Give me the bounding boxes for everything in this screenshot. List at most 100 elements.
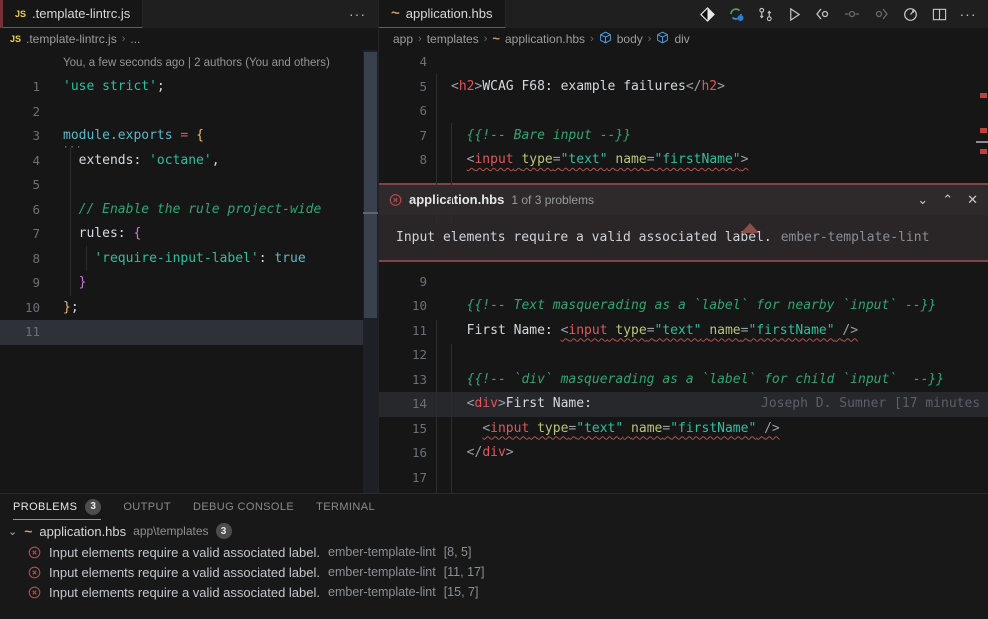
tab-terminal[interactable]: TERMINAL [316, 494, 375, 520]
breadcrumb-symbol[interactable]: ... [130, 32, 140, 46]
editor-application-hbs[interactable]: 45<h2>WCAG F68: example failures</h2>67 … [379, 50, 988, 493]
code-line[interactable]: 12 [379, 343, 988, 368]
split-editor-icon[interactable] [929, 4, 949, 24]
code-line[interactable]: 8 <input type="text" name="firstName"> [379, 148, 988, 173]
code-line[interactable]: 13 {{!-- `div` masquerading as a `label`… [379, 368, 988, 393]
peek-message-row[interactable]: Input elements require a valid associate… [379, 215, 988, 260]
code-line[interactable]: 11 First Name: <input type="text" name="… [379, 319, 988, 344]
code-text: } [40, 271, 86, 296]
code-line[interactable]: 10}; [0, 296, 363, 321]
file-name: application.hbs [39, 524, 126, 539]
more-actions-icon[interactable]: ··· [958, 4, 978, 24]
scrollbar-slider[interactable] [364, 52, 377, 318]
code-line[interactable]: 11 [0, 320, 363, 345]
chevron-right-icon: › [590, 33, 594, 45]
chevron-down-icon[interactable]: ⌄ [917, 192, 928, 208]
peek-header[interactable]: application.hbs 1 of 3 problems ⌄ ⌃ ✕ [379, 185, 988, 215]
line-number: 9 [0, 271, 40, 296]
problem-row[interactable]: Input elements require a valid associate… [0, 542, 988, 562]
chevron-up-icon[interactable]: ⌃ [942, 192, 953, 208]
breadcrumb-folder[interactable]: templates [427, 32, 479, 46]
line-number: 12 [379, 343, 427, 368]
git-blame-annotation: Joseph D. Sumner [17 minutes ago] • Enab… [761, 392, 988, 417]
error-icon [28, 566, 41, 579]
code-line[interactable]: 1'use strict'; [0, 75, 363, 100]
tab-problems[interactable]: PROBLEMS 3 [13, 494, 101, 520]
code-line[interactable]: 5<h2>WCAG F68: example failures</h2> [379, 75, 988, 100]
code-text [427, 343, 451, 368]
javascript-icon: JS [10, 34, 21, 44]
breadcrumb-symbol[interactable]: div [674, 32, 689, 46]
code-line[interactable]: 7 {{!-- Bare input --}} [379, 124, 988, 149]
breadcrumb-folder[interactable]: app [393, 32, 413, 46]
tab-debug-console[interactable]: DEBUG CONSOLE [193, 494, 294, 520]
file-path: app\templates [133, 524, 208, 538]
vscode-workbench: JS .template-lintrc.js ··· JS .template-… [0, 0, 988, 619]
breadcrumb-file[interactable]: application.hbs [505, 32, 585, 46]
line-number: 9 [379, 270, 427, 295]
nav-forward-icon[interactable] [871, 4, 891, 24]
code-line[interactable]: 17 [379, 466, 988, 491]
code-line[interactable]: 6 [379, 99, 988, 124]
problem-message: Input elements require a valid associate… [49, 585, 320, 600]
code-line[interactable]: 5 [0, 173, 363, 198]
tab-application-hbs[interactable]: ~ application.hbs [379, 0, 506, 28]
tab-output[interactable]: OUTPUT [123, 494, 171, 520]
format-icon[interactable] [697, 4, 717, 24]
editor-template-lintrc[interactable]: You, a few seconds ago | 2 authors (You … [0, 50, 378, 493]
code-line[interactable]: 8 'require-input-label': true [0, 247, 363, 272]
file-problems-badge: 3 [216, 523, 232, 539]
code-line[interactable]: 2 [0, 100, 363, 125]
code-line[interactable]: 14 <div>First Name:Joseph D. Sumner [17 … [379, 392, 988, 417]
breadcrumb-symbol[interactable]: body [617, 32, 643, 46]
error-icon [28, 586, 41, 599]
code-text: rules: { [40, 222, 141, 247]
code-line[interactable]: 7 rules: { [0, 222, 363, 247]
problem-row[interactable]: Input elements require a valid associate… [0, 582, 988, 602]
editor-area: JS .template-lintrc.js ··· JS .template-… [0, 0, 988, 493]
peek-source: ember-template-lint [781, 230, 930, 245]
code-text [427, 270, 451, 295]
line-number: 7 [379, 124, 427, 149]
chevron-right-icon: › [648, 33, 652, 45]
peek-title: application.hbs [409, 192, 504, 207]
line-number: 16 [379, 441, 427, 466]
code-line[interactable]: 4 extends: 'octane', [0, 149, 363, 174]
vertical-scrollbar[interactable] [363, 50, 378, 493]
code-text: 'require-input-label': true [40, 247, 306, 272]
line-number: 3 [0, 124, 40, 149]
tab-template-lintrc[interactable]: JS .template-lintrc.js [3, 0, 143, 28]
problem-message: Input elements require a valid associate… [49, 545, 320, 560]
code-line[interactable]: 9 [379, 270, 988, 295]
code-line[interactable]: 16 </div> [379, 441, 988, 466]
nav-current-icon[interactable] [842, 4, 862, 24]
code-line[interactable]: 6 // Enable the rule project-wide [0, 198, 363, 223]
problem-message: Input elements require a valid associate… [49, 565, 320, 580]
git-compare-icon[interactable] [755, 4, 775, 24]
code-line[interactable]: 4 [379, 50, 988, 75]
more-actions-icon[interactable]: ··· [349, 0, 378, 28]
breadcrumb-file[interactable]: .template-lintrc.js [26, 32, 117, 46]
code-text: <input type="text" name="firstName"> [427, 148, 748, 173]
code-line[interactable]: 15 <input type="text" name="firstName" /… [379, 417, 988, 442]
problems-file-group[interactable]: ⌄ ~ application.hbs app\templates 3 [0, 520, 988, 542]
code-line[interactable]: 9 } [0, 271, 363, 296]
editor-group-left: JS .template-lintrc.js ··· JS .template-… [0, 0, 378, 493]
line-number: 7 [0, 222, 40, 247]
timeline-icon[interactable] [900, 4, 920, 24]
sync-icon[interactable] [726, 4, 746, 24]
chevron-down-icon[interactable]: ⌄ [8, 525, 17, 538]
line-number: 6 [0, 198, 40, 223]
fold-hint[interactable]: ··· [63, 143, 82, 153]
codelens-authors[interactable]: You, a few seconds ago | 2 authors (You … [0, 50, 378, 75]
code-line[interactable]: 3module.exports = { [0, 124, 363, 149]
code-text: {{!-- Text masquerading as a `label` for… [427, 294, 936, 319]
line-number: 17 [379, 466, 427, 491]
run-icon[interactable] [784, 4, 804, 24]
nav-back-icon[interactable] [813, 4, 833, 24]
line-number: 11 [0, 320, 40, 345]
indent-guide [70, 148, 71, 296]
code-line[interactable]: 10 {{!-- Text masquerading as a `label` … [379, 294, 988, 319]
error-mark [980, 149, 987, 154]
problem-row[interactable]: Input elements require a valid associate… [0, 562, 988, 582]
